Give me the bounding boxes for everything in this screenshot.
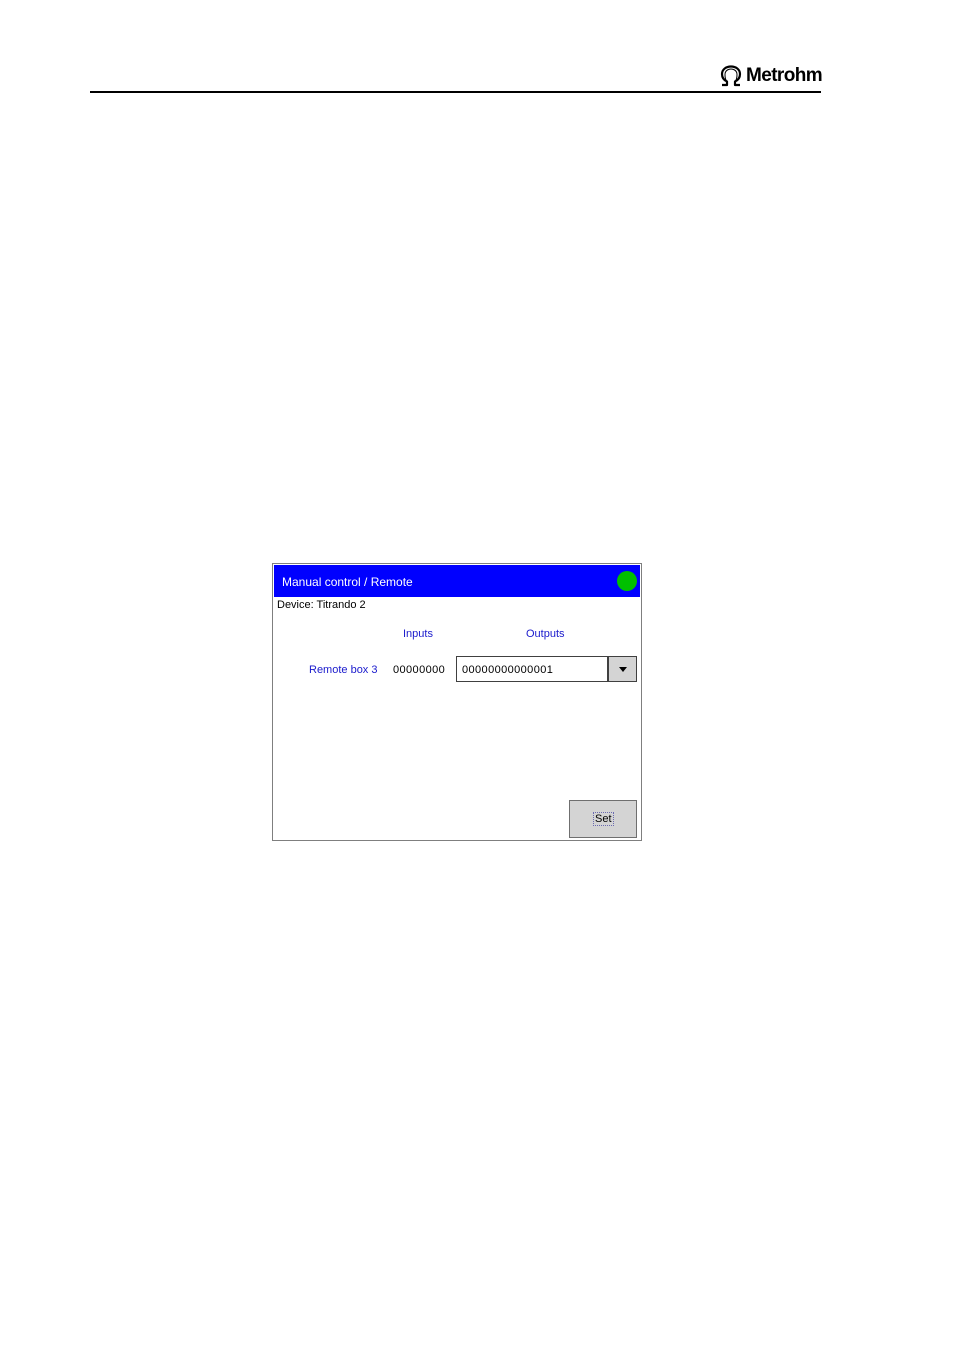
header-rule bbox=[90, 91, 821, 93]
outputs-dropdown-button[interactable] bbox=[608, 656, 637, 682]
device-label: Device: Titrando 2 bbox=[277, 599, 366, 611]
manual-control-remote-screen: Manual control / Remote Device: Titrando… bbox=[272, 563, 642, 841]
remote-box-inputs-value: 00000000 bbox=[393, 664, 446, 676]
set-button[interactable]: Set bbox=[569, 800, 637, 838]
triangle-down-icon bbox=[619, 667, 627, 672]
screen-title: Manual control / Remote bbox=[282, 575, 413, 589]
metrohm-logo: Metrohm bbox=[719, 64, 823, 88]
title-bar: Manual control / Remote bbox=[274, 565, 640, 597]
outputs-column-header: Outputs bbox=[526, 628, 565, 640]
outputs-field[interactable]: 00000000000001 bbox=[456, 656, 608, 682]
status-indicator-icon bbox=[617, 571, 637, 591]
outputs-combobox[interactable]: 00000000000001 bbox=[456, 656, 637, 682]
omega-logo-icon bbox=[720, 65, 742, 87]
remote-box-label: Remote box 3 bbox=[309, 664, 378, 676]
brand-name: Metrohm bbox=[746, 65, 823, 86]
inputs-column-header: Inputs bbox=[403, 628, 433, 640]
set-button-label: Set bbox=[593, 812, 614, 826]
